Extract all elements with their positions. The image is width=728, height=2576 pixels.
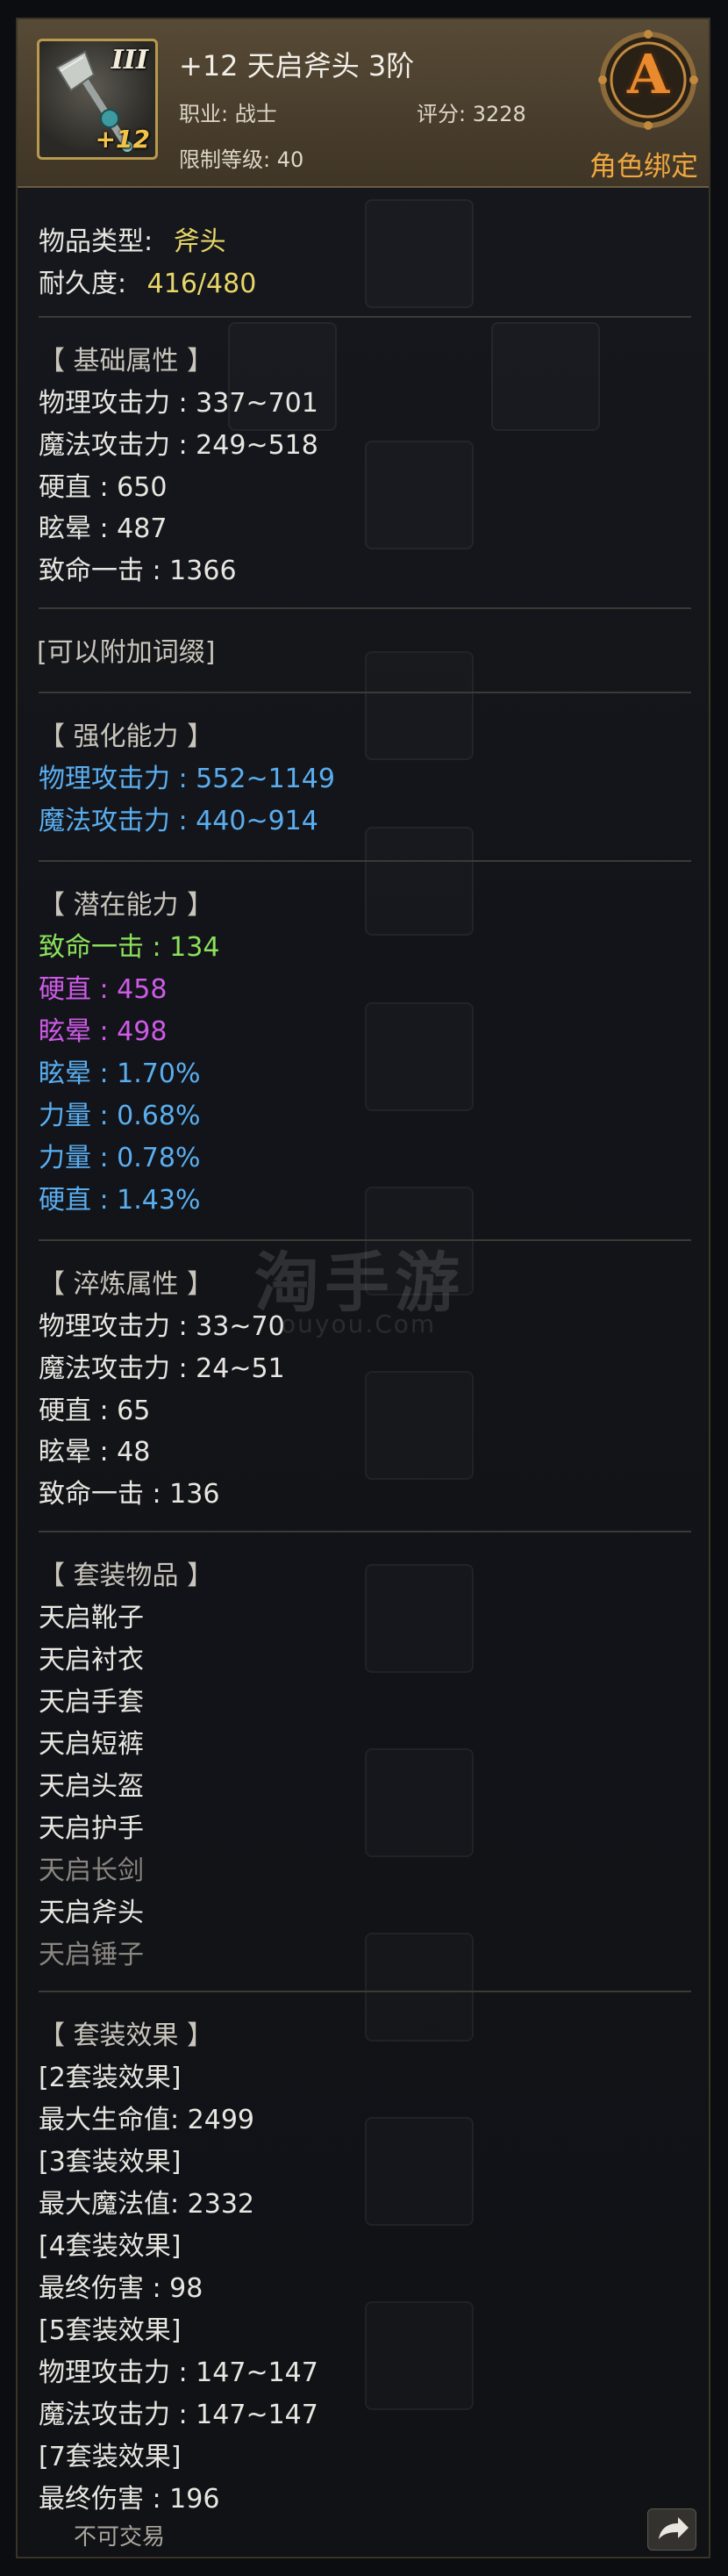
background-slot: [365, 2117, 474, 2226]
background-slot: [365, 1564, 474, 1673]
potential-stat-line: 眩晕 : 1.70%: [39, 1058, 201, 1089]
divider: [39, 1531, 691, 1532]
base-stats-heading: 【 基础属性 】: [39, 346, 214, 377]
refine-heading: 【 淬炼属性 】: [39, 1269, 214, 1300]
potential-stat-line: 力量 : 0.68%: [39, 1101, 201, 1131]
base-stat-line: 眩晕 : 487: [39, 513, 168, 544]
affix-note: [可以附加词缀]: [37, 637, 216, 668]
set-effects-heading: 【 套装效果 】: [39, 2020, 214, 2051]
set-effect-line: 最终伤害 : 98: [39, 2273, 203, 2304]
background-slot: [365, 1748, 474, 1857]
divider: [39, 860, 691, 862]
set-items-heading: 【 套装物品 】: [39, 1561, 214, 1591]
potential-stat-line: 眩晕 : 498: [39, 1016, 168, 1047]
set-effect-line: [7套装效果]: [39, 2442, 182, 2472]
item-type-label: 物品类型:: [39, 226, 153, 257]
background-slot: [365, 651, 474, 760]
durability-value: 416/480: [146, 269, 257, 299]
refine-stat-line: 硬直 : 65: [39, 1396, 151, 1426]
share-arrow-icon: [659, 2517, 689, 2539]
item-title: +12 天启斧头 3阶: [179, 49, 415, 83]
item-tooltip: 淘手游 ouyou.Com III +12 +12 天启斧头 3阶 职业: 战士…: [16, 18, 710, 2558]
tooltip-header: III +12 +12 天启斧头 3阶 职业: 战士 评分: 3228 限制等级…: [18, 19, 709, 188]
set-item: 天启锤子: [39, 1940, 144, 1970]
background-slot: [365, 1933, 474, 2041]
set-item: 天启靴子: [39, 1603, 144, 1633]
set-effect-line: [2套装效果]: [39, 2063, 182, 2093]
background-slot: [365, 1002, 474, 1111]
refine-stat-line: 魔法攻击力 : 24~51: [39, 1353, 285, 1384]
background-slot: [365, 199, 474, 308]
background-slot: [365, 441, 474, 549]
trade-status: 不可交易: [74, 2524, 166, 2551]
enhance-stat-line: 魔法攻击力 : 440~914: [39, 806, 318, 836]
set-effect-line: 魔法攻击力 : 147~147: [39, 2400, 318, 2430]
level-requirement: 限制等级: 40: [179, 147, 304, 172]
durability-label: 耐久度:: [39, 269, 127, 299]
set-item: 天启护手: [39, 1813, 144, 1844]
background-slot: [365, 2301, 474, 2410]
refine-stat-line: 致命一击 : 136: [39, 1479, 220, 1510]
set-item: 天启衬衣: [39, 1645, 144, 1675]
share-button[interactable]: [647, 2508, 696, 2551]
set-effect-line: [5套装效果]: [39, 2315, 182, 2346]
item-type-value: 斧头: [173, 226, 226, 257]
set-effect-line: 最大魔法值: 2332: [39, 2189, 254, 2220]
base-stat-line: 物理攻击力 : 337~701: [39, 388, 318, 419]
set-item: 天启手套: [39, 1687, 144, 1718]
base-stat-line: 致命一击 : 1366: [39, 556, 237, 586]
base-stat-line: 魔法攻击力 : 249~518: [39, 430, 318, 461]
item-type-row: 物品类型: 斧头: [39, 219, 226, 258]
item-tier-label: III: [111, 45, 148, 75]
potential-heading: 【 潜在能力 】: [39, 890, 214, 921]
job-label: 职业: 战士: [179, 102, 277, 126]
refine-stat-line: 物理攻击力 : 33~70: [39, 1311, 285, 1342]
divider: [39, 692, 691, 693]
divider: [39, 316, 691, 318]
divider: [39, 1239, 691, 1241]
set-effect-line: [4套装效果]: [39, 2231, 182, 2262]
background-slot: [365, 827, 474, 936]
item-enhance-label: +12: [95, 125, 150, 154]
base-stat-line: 硬直 : 650: [39, 472, 168, 503]
divider: [39, 1991, 691, 1992]
durability-row: 耐久度: 416/480: [39, 262, 256, 300]
item-icon[interactable]: III +12: [37, 39, 158, 160]
grade-badge: A: [596, 28, 700, 132]
potential-stat-line: 力量 : 0.78%: [39, 1143, 201, 1173]
refine-stat-line: 眩晕 : 48: [39, 1437, 151, 1467]
set-effect-line: 最大生命值: 2499: [39, 2105, 254, 2135]
set-item: 天启短裤: [39, 1729, 144, 1760]
enhance-heading: 【 强化能力 】: [39, 721, 214, 752]
watermark-sub: ouyou.Com: [281, 1310, 437, 1338]
set-effect-line: 最终伤害 : 196: [39, 2484, 220, 2515]
bind-status: 角色绑定: [589, 151, 698, 183]
set-item: 天启长剑: [39, 1855, 144, 1886]
set-effect-line: [3套装效果]: [39, 2147, 182, 2178]
potential-stat-line: 硬直 : 1.43%: [39, 1185, 201, 1216]
enhance-stat-line: 物理攻击力 : 552~1149: [39, 764, 335, 794]
potential-stat-line: 致命一击 : 134: [39, 932, 220, 963]
background-slot: [491, 322, 600, 431]
potential-stat-line: 硬直 : 458: [39, 974, 168, 1005]
score-label: 评分: 3228: [417, 102, 526, 126]
set-effect-line: 物理攻击力 : 147~147: [39, 2357, 318, 2388]
background-slot: [365, 1371, 474, 1480]
grade-letter: A: [626, 42, 670, 106]
divider: [39, 607, 691, 609]
set-item: 天启斧头: [39, 1898, 144, 1928]
set-item: 天启头盔: [39, 1771, 144, 1802]
